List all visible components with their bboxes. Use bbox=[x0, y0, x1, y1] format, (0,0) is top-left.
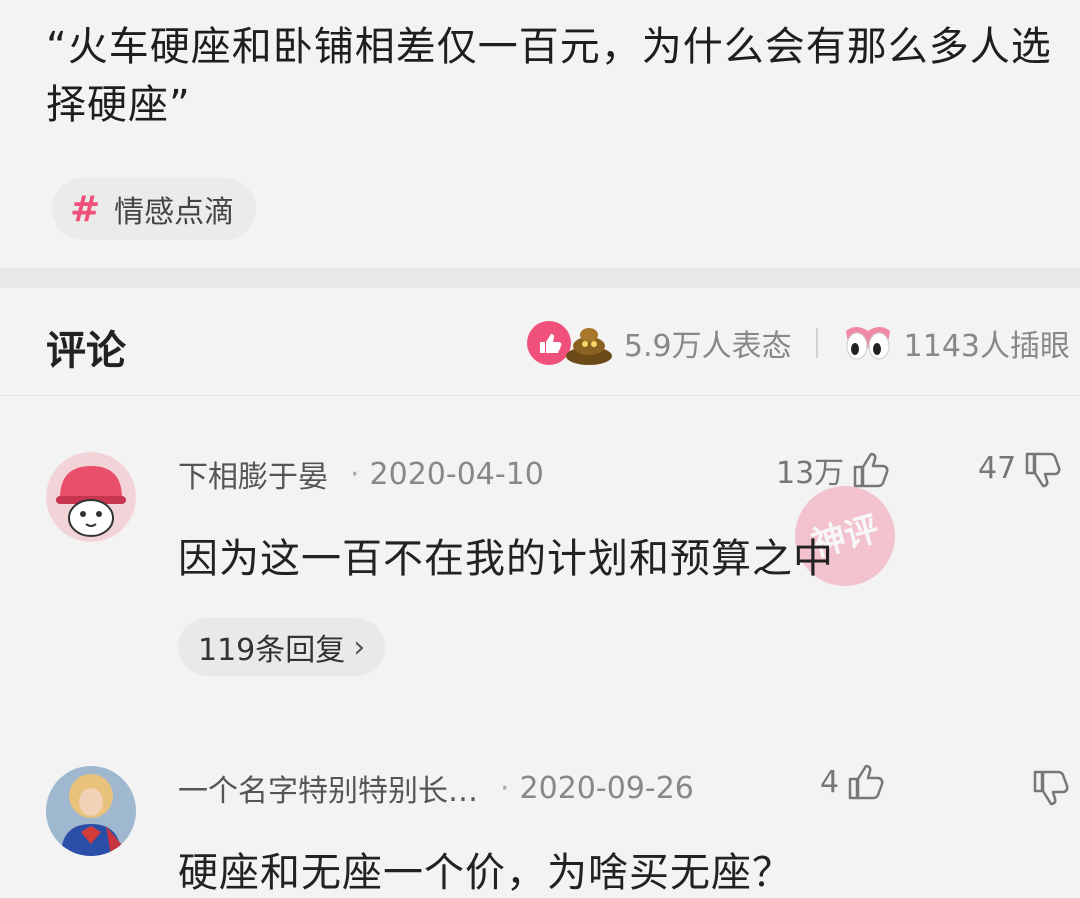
comment-meta: 下相膨于晏 · 2020-04-10 bbox=[178, 452, 544, 496]
section-divider bbox=[0, 268, 1080, 288]
meta-dot: · bbox=[500, 770, 510, 806]
topic-label: 情感点滴 bbox=[114, 195, 235, 230]
avatar[interactable] bbox=[46, 452, 136, 542]
dislike-button[interactable] bbox=[1030, 766, 1070, 806]
chevron-right-icon: › bbox=[353, 629, 366, 665]
comment-date: 2020-09-26 bbox=[519, 770, 694, 806]
dislike-button[interactable]: 47 bbox=[978, 448, 1062, 488]
comment-meta: 一个名字特别特别长… · 2020-09-26 bbox=[178, 766, 694, 810]
like-button[interactable]: 4 bbox=[820, 762, 885, 802]
reply-count: 119条回复 bbox=[198, 633, 346, 668]
comments-title: 评论 bbox=[46, 328, 126, 374]
topic-chip[interactable]: # 情感点滴 bbox=[52, 178, 257, 240]
comment-text: 硬座和无座一个价，为啥买无座？ bbox=[178, 850, 793, 896]
thumbs-down-icon bbox=[1025, 452, 1061, 488]
eyeroll-count: 1143人插眼 bbox=[903, 329, 1070, 364]
comment-date: 2020-04-10 bbox=[369, 456, 544, 492]
thumbs-down-icon bbox=[1033, 770, 1069, 806]
replies-button[interactable]: 119条回复 › bbox=[178, 618, 386, 676]
reactions-bar[interactable]: 5.9万人表态 1143人插眼 bbox=[526, 318, 1070, 368]
header-divider bbox=[0, 395, 1080, 396]
reaction-icons bbox=[526, 320, 614, 366]
reaction-separator bbox=[815, 328, 818, 358]
hash-icon: # bbox=[70, 188, 101, 230]
comment-username[interactable]: 一个名字特别特别长… bbox=[178, 766, 478, 810]
avatar[interactable] bbox=[46, 766, 136, 856]
meta-dot: · bbox=[350, 456, 360, 492]
like-count: 4 bbox=[820, 764, 840, 800]
poop-reaction-icon bbox=[565, 328, 612, 365]
reaction-count: 5.9万人表态 bbox=[623, 329, 792, 364]
thumbs-up-icon bbox=[848, 764, 884, 800]
comment-text: 因为这一百不在我的计划和预算之中 bbox=[178, 536, 834, 582]
post-title: “火车硬座和卧铺相差仅一百元，为什么会有那么多人选择硬座” bbox=[46, 24, 1052, 128]
dislike-count: 47 bbox=[978, 450, 1017, 486]
comment-username[interactable]: 下相膨于晏 bbox=[178, 452, 328, 496]
eyes-icon bbox=[845, 327, 890, 360]
